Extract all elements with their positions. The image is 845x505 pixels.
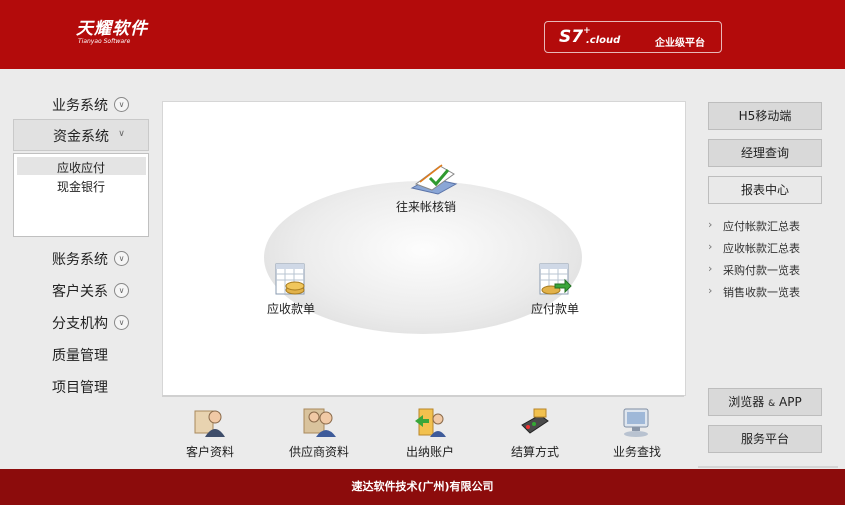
nav-item-label: 分支机构 bbox=[52, 316, 108, 332]
nav-item-label: 质量管理 bbox=[52, 348, 108, 364]
browser-app-suffix: APP bbox=[779, 395, 802, 409]
brand-logo: 天耀软件 Tianyao Software bbox=[76, 20, 148, 46]
chevron-right-icon: › bbox=[708, 262, 713, 275]
nav-item-fund-system[interactable]: 资金系统 ∨ bbox=[13, 119, 149, 151]
nav-item-label: 客户关系 bbox=[52, 284, 108, 300]
header-bar: 天耀软件 Tianyao Software S7+ .cloud 企业级平台 bbox=[0, 0, 845, 69]
report-link-label: 销售收款一览表 bbox=[723, 286, 800, 299]
logo-subtitle: Tianyao Software bbox=[78, 38, 131, 45]
platform-label: 企业级平台 bbox=[655, 38, 705, 49]
customer-profile-icon bbox=[193, 405, 227, 439]
manager-query-button[interactable]: 经理查询 bbox=[708, 139, 822, 167]
flow-node-reconciliation[interactable]: 往来帐核销 bbox=[386, 160, 466, 215]
report-link-label: 应付帐款汇总表 bbox=[723, 220, 800, 233]
chevron-right-icon: › bbox=[708, 240, 713, 253]
company-name: 速达软件技术(广州)有限公司 bbox=[351, 480, 494, 493]
chevron-right-icon: › bbox=[708, 218, 713, 231]
nav-item-customer-relations[interactable]: 客户关系 ∨ bbox=[13, 275, 149, 305]
quick-item-supplier-profile[interactable]: 供应商资料 bbox=[279, 405, 359, 460]
quick-item-settlement-method[interactable]: 结算方式 bbox=[495, 405, 575, 460]
flow-node-receivable[interactable]: 应收款单 bbox=[251, 262, 331, 317]
nav-item-label: 项目管理 bbox=[52, 380, 108, 396]
settlement-method-icon bbox=[518, 405, 552, 439]
h5-mobile-button[interactable]: H5移动端 bbox=[708, 102, 822, 130]
nav-item-label: 账务系统 bbox=[52, 252, 108, 268]
product-suffix: .cloud bbox=[586, 35, 621, 46]
submenu-item-receivable-payable[interactable]: 应收应付 bbox=[17, 157, 146, 175]
browser-app-label: 浏览器 bbox=[728, 395, 765, 409]
payable-sheet-icon bbox=[537, 262, 573, 298]
nav-item-quality-management[interactable]: 质量管理 bbox=[13, 339, 149, 369]
supplier-profile-icon bbox=[302, 405, 336, 439]
nav-item-branches[interactable]: 分支机构 ∨ bbox=[13, 307, 149, 337]
quick-item-cashier-account[interactable]: 出纳账户 bbox=[390, 405, 470, 460]
quick-item-label: 供应商资料 bbox=[288, 445, 349, 459]
quick-item-label: 业务查找 bbox=[612, 445, 661, 459]
flow-node-label: 往来帐核销 bbox=[395, 200, 456, 214]
quick-item-customer-profile[interactable]: 客户资料 bbox=[170, 405, 250, 460]
browser-app-button[interactable]: 浏览器 & APP bbox=[708, 388, 822, 416]
quick-item-label: 出纳账户 bbox=[405, 445, 454, 459]
business-search-icon bbox=[620, 405, 654, 439]
report-link-label: 采购付款一览表 bbox=[723, 264, 800, 277]
chevron-down-circle-icon: ∨ bbox=[114, 97, 129, 112]
submenu-item-label: 应收应付 bbox=[57, 161, 106, 175]
receivable-sheet-icon bbox=[273, 262, 309, 298]
ledger-check-icon bbox=[408, 160, 458, 196]
submenu-item-cash-bank[interactable]: 现金银行 bbox=[17, 176, 146, 194]
chevron-down-icon: ∨ bbox=[118, 129, 125, 139]
nav-item-label: 资金系统 bbox=[53, 129, 109, 145]
cashier-account-icon bbox=[413, 405, 447, 439]
nav-item-project-management[interactable]: 项目管理 bbox=[13, 371, 149, 401]
chevron-down-circle-icon: ∨ bbox=[114, 283, 129, 298]
chevron-down-circle-icon: ∨ bbox=[114, 251, 129, 266]
chevron-down-circle-icon: ∨ bbox=[114, 315, 129, 330]
report-center-button[interactable]: 报表中心 bbox=[708, 176, 822, 204]
footer-bar: 速达软件技术(广州)有限公司 bbox=[0, 469, 845, 505]
nav-item-label: 业务系统 bbox=[52, 98, 108, 114]
right-panel-divider bbox=[698, 466, 838, 468]
flow-panel: 往来帐核销 应收款单 应付款单 bbox=[162, 101, 686, 396]
submenu-item-label: 现金银行 bbox=[57, 180, 106, 194]
fund-submenu: 应收应付 现金银行 bbox=[13, 153, 149, 237]
nav-item-business-system[interactable]: 业务系统 ∨ bbox=[13, 89, 149, 119]
product-badge: S7+ .cloud 企业级平台 bbox=[544, 21, 722, 53]
quick-item-label: 结算方式 bbox=[510, 445, 559, 459]
quick-access-bar: 客户资料 供应商资料 出纳账户 结算方式 业务查找 bbox=[162, 395, 684, 467]
quick-item-business-search[interactable]: 业务查找 bbox=[597, 405, 677, 460]
chevron-right-icon: › bbox=[708, 284, 713, 297]
service-platform-button[interactable]: 服务平台 bbox=[708, 425, 822, 453]
flow-node-payable[interactable]: 应付款单 bbox=[515, 262, 595, 317]
flow-node-label: 应收款单 bbox=[266, 302, 315, 316]
logo-text: 天耀软件 bbox=[76, 19, 148, 39]
browser-app-amp: & bbox=[768, 399, 776, 409]
nav-item-accounting-system[interactable]: 账务系统 ∨ bbox=[13, 243, 149, 273]
report-link-label: 应收帐款汇总表 bbox=[723, 242, 800, 255]
flow-node-label: 应付款单 bbox=[530, 302, 579, 316]
quick-item-label: 客户资料 bbox=[185, 445, 234, 459]
